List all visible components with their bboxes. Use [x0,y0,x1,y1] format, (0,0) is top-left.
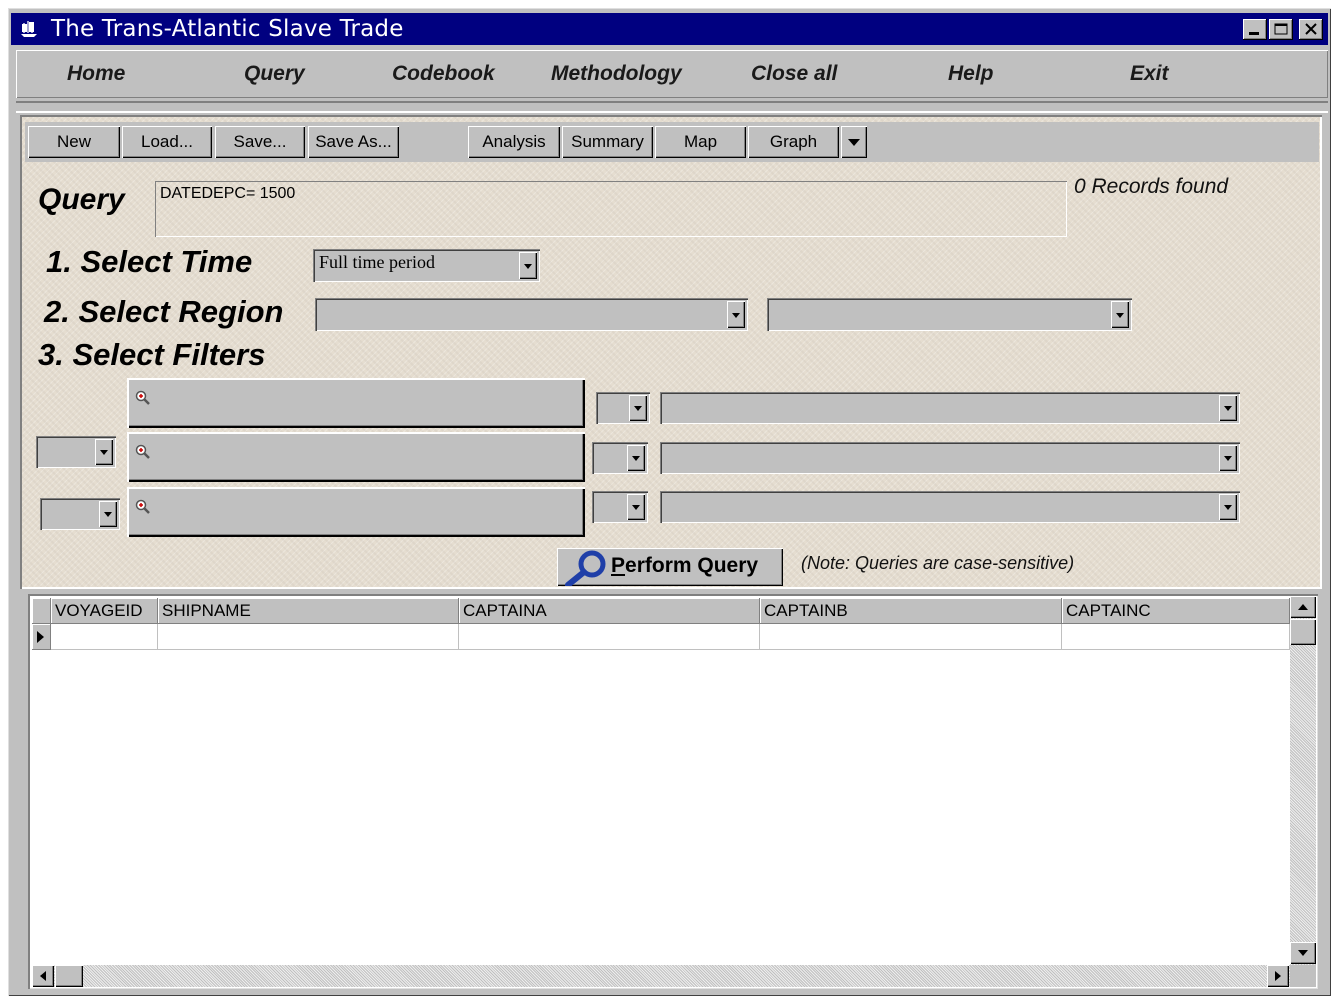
chevron-down-icon[interactable] [1219,445,1237,471]
zoom-icon[interactable] [135,499,151,515]
analysis-button[interactable]: Analysis [468,126,560,158]
perform-query-button[interactable]: Perform Query [557,548,783,586]
summary-button[interactable]: Summary [562,126,653,158]
time-period-select[interactable]: Full time period [313,249,540,282]
zoom-icon[interactable] [135,444,151,460]
horizontal-scroll-thumb[interactable] [55,965,83,987]
map-button[interactable]: Map [655,126,746,158]
region-select-primary[interactable] [315,298,748,331]
filter-value-select-3[interactable] [660,491,1240,523]
select-region-label: 2. Select Region [44,294,284,329]
maximize-icon[interactable] [1269,19,1293,40]
filter-connector-select-2[interactable] [36,436,116,468]
save-button[interactable]: Save... [215,126,305,158]
filter-variable-field-2[interactable] [127,432,585,482]
column-header-captainc[interactable]: CAPTAINC [1062,598,1290,624]
column-header-captainb[interactable]: CAPTAINB [760,598,1062,624]
menu-codebook[interactable]: Codebook [392,62,495,86]
select-filters-label: 3. Select Filters [38,337,266,372]
toolbar: New Load... Save... Save As... Analysis … [25,122,1319,162]
filter-value-select-1[interactable] [660,392,1240,424]
title-bar[interactable]: The Trans-Atlantic Slave Trade [11,13,1328,45]
table-cell[interactable] [51,624,158,650]
horizontal-scrollbar[interactable] [32,965,1290,987]
row-selector-header [32,598,51,624]
chevron-down-icon[interactable] [95,439,113,465]
perform-query-label: Perform Query [611,554,759,577]
query-label: Query [38,183,125,216]
menu-close-all[interactable]: Close all [751,62,837,86]
scroll-up-icon[interactable] [1290,596,1316,618]
chevron-down-icon[interactable] [629,395,647,421]
close-icon[interactable] [1299,19,1323,40]
time-period-value: Full time period [319,252,435,272]
filter-variable-field-3[interactable] [127,487,585,537]
filter-operator-select-1[interactable] [596,392,650,424]
chevron-down-icon[interactable] [99,501,117,527]
filter-operator-select-3[interactable] [592,491,648,523]
magnifier-icon [565,550,606,586]
chevron-down-icon[interactable] [1111,301,1129,328]
current-row-arrow-icon [37,631,44,643]
menu-bar: Home Query Codebook Methodology Close al… [16,50,1328,98]
filter-connector-select-3[interactable] [40,498,120,530]
window-title: The Trans-Atlantic Slave Trade [51,16,404,42]
zoom-icon[interactable] [135,390,151,406]
column-header-shipname[interactable]: SHIPNAME [158,598,459,624]
query-text-field[interactable]: DATEDEPC= 1500 [155,181,1067,237]
chevron-down-icon[interactable] [627,445,645,471]
menu-help[interactable]: Help [948,62,994,86]
scrollbar-corner [1290,965,1316,987]
filter-operator-select-2[interactable] [592,442,648,474]
menu-query[interactable]: Query [244,62,305,86]
vertical-scrollbar[interactable] [1290,596,1316,965]
table-cell[interactable] [760,624,1062,650]
case-sensitive-note: (Note: Queries are case-sensitive) [801,553,1075,573]
row-selector[interactable] [32,624,51,650]
table-cell[interactable] [158,624,459,650]
chevron-down-icon[interactable] [727,301,745,328]
scroll-left-icon[interactable] [32,965,54,987]
menu-exit[interactable]: Exit [1130,62,1169,86]
graph-dropdown-icon[interactable] [841,126,867,158]
region-select-secondary[interactable] [767,298,1132,331]
column-header-voyageid[interactable]: VOYAGEID [51,598,158,624]
results-grid[interactable] [28,594,1318,989]
table-cell[interactable] [1062,624,1290,650]
chevron-down-icon[interactable] [1219,494,1237,520]
scroll-right-icon[interactable] [1267,965,1289,987]
menu-home[interactable]: Home [67,62,125,86]
filter-variable-field-1[interactable] [127,378,585,428]
select-time-label: 1. Select Time [46,244,253,279]
chevron-down-icon[interactable] [519,252,537,279]
graph-button[interactable]: Graph [748,126,839,158]
records-found-text: 0 Records found [1074,175,1229,198]
query-text: DATEDEPC= 1500 [160,185,296,202]
new-button[interactable]: New [28,126,120,158]
vertical-scroll-thumb[interactable] [1290,619,1316,645]
table-cell[interactable] [459,624,760,650]
ship-icon [19,19,39,39]
load-button[interactable]: Load... [122,126,212,158]
minimize-icon[interactable] [1243,19,1267,40]
menu-separator [16,101,1328,113]
chevron-down-icon[interactable] [1219,395,1237,421]
column-header-captaina[interactable]: CAPTAINA [459,598,760,624]
menu-methodology[interactable]: Methodology [551,62,682,86]
save-as-button[interactable]: Save As... [308,126,399,158]
filter-value-select-2[interactable] [660,442,1240,474]
scroll-down-icon[interactable] [1290,942,1316,964]
chevron-down-icon[interactable] [627,494,645,520]
